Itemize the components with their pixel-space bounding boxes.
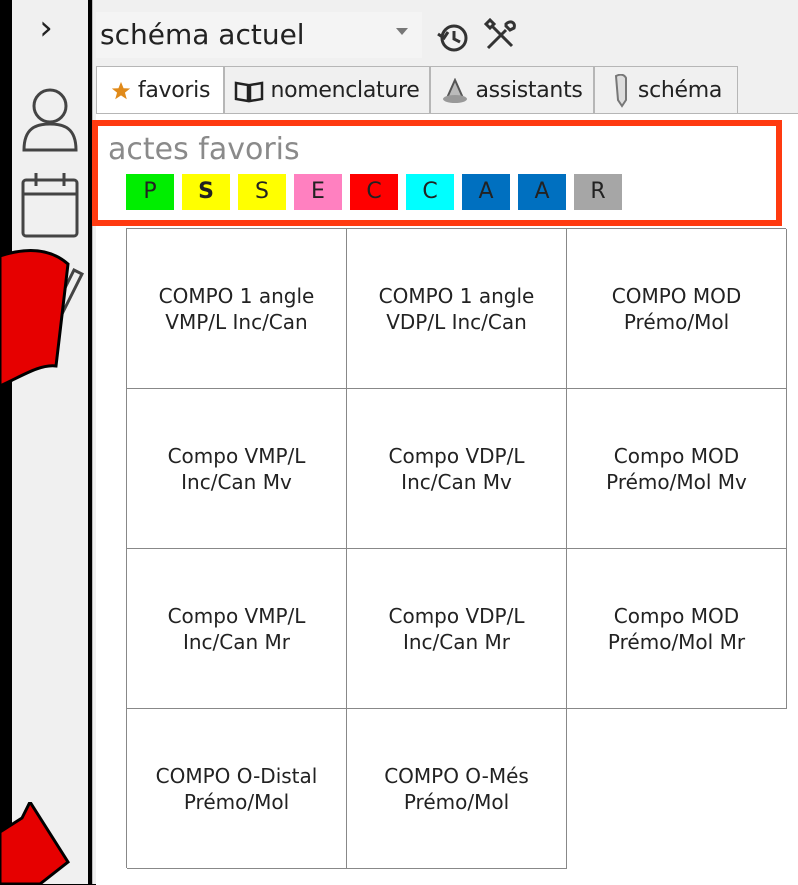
tab-label: schéma <box>637 78 723 103</box>
tab-label: nomenclature <box>270 78 420 103</box>
history-icon[interactable] <box>436 20 470 54</box>
favorite-act-button[interactable]: Compo MOD Prémo/Mol Mv <box>567 389 787 549</box>
red-arrow-annotation <box>0 249 70 388</box>
favorite-act-button[interactable]: COMPO 1 angle VDP/L Inc/Can <box>347 229 567 389</box>
tab-assistants[interactable]: assistants <box>430 66 594 114</box>
red-arrow-annotation <box>0 802 70 884</box>
tab-schema[interactable]: schéma <box>594 66 738 114</box>
chevron-down-icon[interactable] <box>396 28 408 35</box>
favorite-act-button[interactable]: Compo VDP/L Inc/Can Mr <box>347 549 567 709</box>
calendar-icon[interactable] <box>20 170 80 240</box>
favorite-act-button[interactable]: Compo MOD Prémo/Mol Mr <box>567 549 787 709</box>
user-icon[interactable] <box>20 84 80 154</box>
highlight-box <box>92 120 782 226</box>
favorite-act-button[interactable]: Compo VMP/L Inc/Can Mr <box>127 549 347 709</box>
favorite-act-button[interactable]: COMPO 1 angle VMP/L Inc/Can <box>127 229 347 389</box>
wizard-icon <box>443 77 468 103</box>
tab-label: favoris <box>137 78 211 103</box>
favorite-act-button[interactable]: Compo VDP/L Inc/Can Mv <box>347 389 567 549</box>
tab-favoris[interactable]: favoris <box>96 66 224 114</box>
tab-nomenclature[interactable]: nomenclature <box>224 66 430 114</box>
book-icon <box>235 81 264 102</box>
grid-cell-empty <box>567 709 787 869</box>
tooth-icon <box>614 73 627 108</box>
tools-icon[interactable] <box>484 18 518 52</box>
schema-dropdown-value: schéma actuel <box>100 18 305 51</box>
favorite-act-button[interactable]: COMPO O-Distal Prémo/Mol <box>127 709 347 869</box>
favorites-grid: COMPO 1 angle VMP/L Inc/Can COMPO 1 angle… <box>126 228 787 869</box>
star-icon <box>111 81 131 99</box>
favorite-act-button[interactable]: COMPO MOD Prémo/Mol <box>567 229 787 389</box>
tab-label: assistants <box>475 78 583 103</box>
favorite-act-button[interactable]: Compo VMP/L Inc/Can Mv <box>127 389 347 549</box>
chevron-right-icon[interactable]: › <box>26 8 66 48</box>
favorite-act-button[interactable]: COMPO O-Més Prémo/Mol <box>347 709 567 869</box>
